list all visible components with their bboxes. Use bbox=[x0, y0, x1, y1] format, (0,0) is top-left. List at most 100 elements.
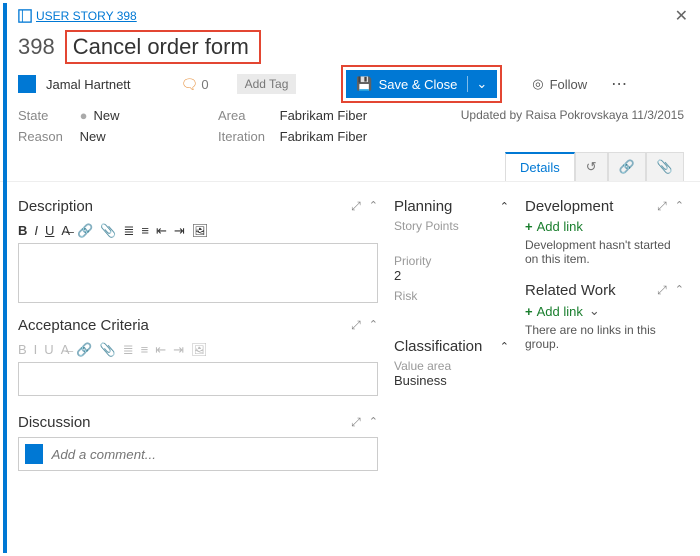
ul-button[interactable]: ≣ bbox=[123, 223, 134, 239]
tab-history[interactable]: ↺ bbox=[575, 152, 608, 181]
history-icon: ↺ bbox=[586, 159, 597, 174]
story-points-label: Story Points bbox=[394, 219, 509, 233]
work-item-type-link[interactable]: USER STORY 398 bbox=[36, 9, 137, 23]
tab-details[interactable]: Details bbox=[505, 152, 575, 181]
acceptance-heading: Acceptance Criteria bbox=[18, 317, 149, 334]
acceptance-editor[interactable] bbox=[18, 362, 378, 396]
more-actions-button[interactable]: ⋯ bbox=[611, 74, 629, 94]
collapse-icon[interactable]: ⌃ bbox=[675, 283, 684, 298]
risk-label: Risk bbox=[394, 289, 509, 303]
area-label: Area bbox=[218, 108, 276, 123]
tab-links[interactable]: 🔗 bbox=[608, 152, 646, 181]
save-close-button[interactable]: 💾 Save & Close ⌄ bbox=[346, 70, 497, 98]
description-heading: Description bbox=[18, 198, 93, 215]
acceptance-toolbar: B I U A̶ 🔗 📎 ≣ ≡ ⇤ ⇥ 🖼 bbox=[18, 338, 378, 362]
strike-button[interactable]: A̶ bbox=[61, 223, 70, 239]
chevron-down-icon[interactable]: ⌄ bbox=[467, 76, 487, 92]
outdent-button[interactable]: ⇤ bbox=[155, 342, 166, 358]
assigned-to[interactable]: Jamal Hartnett bbox=[46, 77, 131, 92]
reason-label: Reason bbox=[18, 129, 76, 144]
collapse-icon[interactable]: ⌃ bbox=[675, 199, 684, 214]
save-icon: 💾 bbox=[356, 76, 372, 92]
book-icon bbox=[18, 9, 32, 23]
planning-heading: Planning bbox=[394, 198, 452, 215]
chevron-down-icon: ⌄ bbox=[589, 303, 600, 319]
save-highlight-box: 💾 Save & Close ⌄ bbox=[341, 65, 502, 103]
story-points-value[interactable] bbox=[394, 233, 509, 248]
indent-button[interactable]: ⇥ bbox=[174, 223, 185, 239]
discussion-heading: Discussion bbox=[18, 414, 91, 431]
outdent-button[interactable]: ⇤ bbox=[156, 223, 167, 239]
collapse-icon[interactable]: ⌃ bbox=[500, 340, 509, 353]
attach-button[interactable]: 📎 bbox=[100, 223, 116, 239]
strike-button[interactable]: A̶ bbox=[61, 342, 70, 358]
comment-icon: 🗨 bbox=[181, 76, 199, 93]
underline-button[interactable]: U bbox=[44, 342, 53, 358]
save-label: Save & Close bbox=[379, 77, 458, 92]
area-value[interactable]: Fabrikam Fiber bbox=[280, 108, 367, 123]
comment-input[interactable] bbox=[51, 447, 371, 462]
add-tag-button[interactable]: Add Tag bbox=[237, 74, 297, 94]
indent-button[interactable]: ⇥ bbox=[173, 342, 184, 358]
avatar-icon bbox=[25, 444, 43, 464]
underline-button[interactable]: U bbox=[45, 223, 54, 239]
priority-label: Priority bbox=[394, 254, 509, 268]
value-area-value[interactable]: Business bbox=[394, 373, 509, 388]
comment-count[interactable]: 🗨 0 bbox=[181, 76, 209, 93]
attach-button[interactable]: 📎 bbox=[100, 342, 116, 358]
development-empty-text: Development hasn't started on this item. bbox=[525, 238, 684, 266]
work-item-id: 398 bbox=[18, 34, 55, 60]
bold-button[interactable]: B bbox=[18, 223, 27, 239]
link-icon: 🔗 bbox=[619, 159, 635, 174]
plus-icon: + bbox=[525, 304, 533, 319]
ul-button[interactable]: ≣ bbox=[123, 342, 134, 358]
ol-button[interactable]: ≡ bbox=[141, 223, 149, 239]
expand-icon[interactable]: ⤢ bbox=[351, 318, 361, 333]
updated-by: Updated by Raisa Pokrovskaya 11/3/2015 bbox=[418, 108, 684, 123]
image-button[interactable]: 🖼 bbox=[191, 342, 208, 358]
classification-heading: Classification bbox=[394, 338, 482, 355]
close-icon[interactable]: ✕ bbox=[675, 6, 688, 26]
priority-value[interactable]: 2 bbox=[394, 268, 509, 283]
development-heading: Development bbox=[525, 198, 613, 215]
collapse-icon[interactable]: ⌃ bbox=[369, 415, 378, 430]
state-label: State bbox=[18, 108, 76, 123]
image-button[interactable]: 🖼 bbox=[192, 223, 209, 239]
state-value[interactable]: New bbox=[80, 108, 120, 123]
collapse-icon[interactable]: ⌃ bbox=[500, 200, 509, 213]
link-button[interactable]: 🔗 bbox=[76, 342, 92, 358]
attachment-icon: 📎 bbox=[657, 159, 673, 174]
follow-label: Follow bbox=[550, 77, 588, 92]
risk-value[interactable] bbox=[394, 303, 509, 318]
expand-icon[interactable]: ⤢ bbox=[351, 199, 361, 214]
comment-number: 0 bbox=[201, 77, 208, 92]
related-heading: Related Work bbox=[525, 282, 616, 299]
expand-icon[interactable]: ⤢ bbox=[657, 199, 667, 214]
eye-icon: ◎ bbox=[532, 76, 543, 92]
expand-icon[interactable]: ⤢ bbox=[657, 283, 667, 298]
avatar-icon bbox=[18, 75, 36, 93]
italic-button[interactable]: I bbox=[34, 223, 38, 239]
reason-value[interactable]: New bbox=[80, 129, 106, 144]
description-editor[interactable] bbox=[18, 243, 378, 303]
follow-button[interactable]: ◎ Follow bbox=[532, 76, 587, 92]
add-link-label: Add link bbox=[537, 219, 583, 234]
add-dev-link-button[interactable]: + Add link bbox=[525, 219, 684, 234]
add-link-label: Add link bbox=[537, 304, 583, 319]
value-area-label: Value area bbox=[394, 359, 509, 373]
expand-icon[interactable]: ⤢ bbox=[351, 415, 361, 430]
plus-icon: + bbox=[525, 219, 533, 234]
iteration-value[interactable]: Fabrikam Fiber bbox=[280, 129, 367, 144]
comment-box[interactable] bbox=[18, 437, 378, 471]
title-input[interactable] bbox=[73, 34, 253, 60]
bold-button[interactable]: B bbox=[18, 342, 27, 358]
ol-button[interactable]: ≡ bbox=[141, 342, 149, 358]
add-related-link-button[interactable]: + Add link ⌄ bbox=[525, 303, 684, 319]
italic-button[interactable]: I bbox=[34, 342, 38, 358]
related-empty-text: There are no links in this group. bbox=[525, 323, 684, 351]
collapse-icon[interactable]: ⌃ bbox=[369, 318, 378, 333]
description-toolbar: B I U A̶ 🔗 📎 ≣ ≡ ⇤ ⇥ 🖼 bbox=[18, 219, 378, 243]
tab-attachments[interactable]: 📎 bbox=[646, 152, 684, 181]
collapse-icon[interactable]: ⌃ bbox=[369, 199, 378, 214]
link-button[interactable]: 🔗 bbox=[77, 223, 93, 239]
